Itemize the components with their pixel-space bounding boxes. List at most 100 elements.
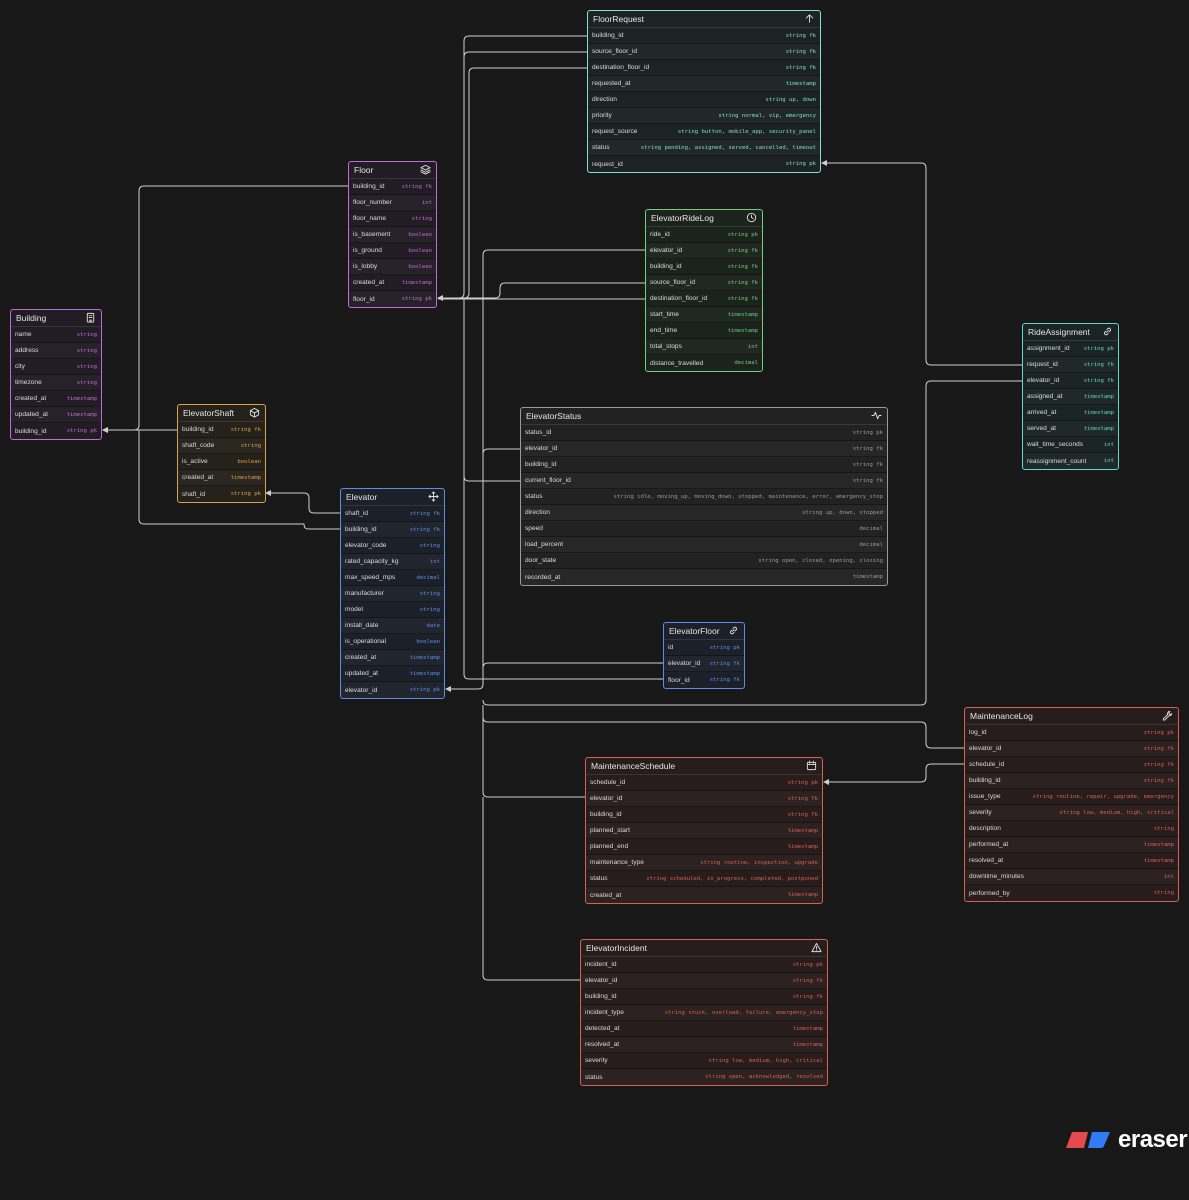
field-row[interactable]: downtime_minutes int (965, 869, 1178, 885)
field-row[interactable]: direction string up, down (588, 92, 820, 108)
field-row[interactable]: is_operational boolean (341, 634, 444, 650)
field-row[interactable]: elevator_id string fk (646, 243, 762, 259)
field-row[interactable]: reassignment_count int (1023, 453, 1118, 469)
field-row[interactable]: elevator_id string fk (1023, 373, 1118, 389)
field-row[interactable]: shaft_code string (178, 438, 265, 454)
field-row[interactable]: load_percent decimal (521, 537, 887, 553)
field-row[interactable]: is_lobby boolean (349, 259, 436, 275)
table-elevator-incident[interactable]: ElevatorIncident incident_id string pk elev… (580, 939, 828, 1086)
table-elevator-shaft[interactable]: ElevatorShaft building_id string fk shaft_c… (177, 404, 266, 503)
field-row[interactable]: status string scheduled, in_progress, com… (586, 871, 822, 887)
field-row[interactable]: end_time timestamp (646, 323, 762, 339)
table-header[interactable]: ElevatorStatus (521, 408, 887, 425)
field-row[interactable]: model string (341, 602, 444, 618)
table-elevator-floor[interactable]: ElevatorFloor id string pk elevator_id strin… (663, 622, 745, 689)
field-row[interactable]: ride_id string pk (646, 227, 762, 243)
table-floor-request[interactable]: FloorRequest building_id string fk source_f… (587, 10, 821, 173)
field-row[interactable]: arrived_at timestamp (1023, 405, 1118, 421)
field-row[interactable]: status_id string pk (521, 425, 887, 441)
field-row[interactable]: updated_at timestamp (341, 666, 444, 682)
table-header[interactable]: MaintenanceSchedule (586, 758, 822, 775)
table-header[interactable]: Elevator (341, 489, 444, 506)
field-row[interactable]: shaft_id string fk (341, 506, 444, 522)
field-row[interactable]: source_floor_id string fk (646, 275, 762, 291)
field-row[interactable]: floor_id string pk (349, 291, 436, 307)
field-row[interactable]: priority string normal, vip, emergency (588, 108, 820, 124)
field-row[interactable]: created_at timestamp (341, 650, 444, 666)
field-row[interactable]: is_basement boolean (349, 227, 436, 243)
field-row[interactable]: floor_id string fk (664, 672, 744, 688)
field-row[interactable]: door_state string open, closed, opening, … (521, 553, 887, 569)
field-row[interactable]: direction string up, down, stopped (521, 505, 887, 521)
field-row[interactable]: status string pending, assigned, served, … (588, 140, 820, 156)
field-row[interactable]: recorded_at timestamp (521, 569, 887, 585)
field-row[interactable]: severity string low, medium, high, critic… (965, 805, 1178, 821)
field-row[interactable]: log_id string pk (965, 725, 1178, 741)
field-row[interactable]: is_active boolean (178, 454, 265, 470)
table-maintenance-log[interactable]: MaintenanceLog log_id string pk elevator_id… (964, 707, 1179, 902)
field-row[interactable]: planned_end timestamp (586, 839, 822, 855)
field-row[interactable]: incident_type string stuck, overload, fai… (581, 1005, 827, 1021)
field-row[interactable]: request_id string pk (588, 156, 820, 172)
field-row[interactable]: start_time timestamp (646, 307, 762, 323)
field-row[interactable]: manufacturer string (341, 586, 444, 602)
table-header[interactable]: Floor (349, 162, 436, 179)
field-row[interactable]: building_id string fk (586, 807, 822, 823)
field-row[interactable]: source_floor_id string fk (588, 44, 820, 60)
field-row[interactable]: shaft_id string pk (178, 486, 265, 502)
table-ride-assignment[interactable]: RideAssignment assignment_id string pk requ… (1022, 323, 1119, 470)
field-row[interactable]: speed decimal (521, 521, 887, 537)
field-row[interactable]: floor_number int (349, 195, 436, 211)
field-row[interactable]: current_floor_id string fk (521, 473, 887, 489)
field-row[interactable]: floor_name string (349, 211, 436, 227)
field-row[interactable]: elevator_id string fk (664, 656, 744, 672)
field-row[interactable]: planned_start timestamp (586, 823, 822, 839)
field-row[interactable]: name string (11, 327, 101, 343)
field-row[interactable]: total_stops int (646, 339, 762, 355)
field-row[interactable]: elevator_id string pk (341, 682, 444, 698)
field-row[interactable]: severity string low, medium, high, critic… (581, 1053, 827, 1069)
field-row[interactable]: assignment_id string pk (1023, 341, 1118, 357)
field-row[interactable]: address string (11, 343, 101, 359)
table-header[interactable]: RideAssignment (1023, 324, 1118, 341)
field-row[interactable]: elevator_id string fk (581, 973, 827, 989)
field-row[interactable]: building_id string pk (11, 423, 101, 439)
field-row[interactable]: maintenance_type string routine, inspecti… (586, 855, 822, 871)
field-row[interactable]: performed_at timestamp (965, 837, 1178, 853)
field-row[interactable]: max_speed_mps decimal (341, 570, 444, 586)
field-row[interactable]: created_at timestamp (349, 275, 436, 291)
field-row[interactable]: building_id string fk (341, 522, 444, 538)
field-row[interactable]: wait_time_seconds int (1023, 437, 1118, 453)
field-row[interactable]: building_id string fk (349, 179, 436, 195)
field-row[interactable]: elevator_id string fk (586, 791, 822, 807)
field-row[interactable]: requested_at timestamp (588, 76, 820, 92)
field-row[interactable]: building_id string fk (965, 773, 1178, 789)
field-row[interactable]: elevator_id string fk (521, 441, 887, 457)
field-row[interactable]: description string (965, 821, 1178, 837)
table-elevator[interactable]: Elevator shaft_id string fk building_id stri… (340, 488, 445, 699)
field-row[interactable]: id string pk (664, 640, 744, 656)
field-row[interactable]: status string open, acknowledged, resolve… (581, 1069, 827, 1085)
field-row[interactable]: resolved_at timestamp (581, 1037, 827, 1053)
field-row[interactable]: updated_at timestamp (11, 407, 101, 423)
table-building[interactable]: Building name string address string city strin… (10, 309, 102, 440)
field-row[interactable]: elevator_code string (341, 538, 444, 554)
field-row[interactable]: performed_by string (965, 885, 1178, 901)
field-row[interactable]: schedule_id string pk (586, 775, 822, 791)
field-row[interactable]: elevator_id string fk (965, 741, 1178, 757)
field-row[interactable]: timezone string (11, 375, 101, 391)
field-row[interactable]: destination_floor_id string fk (646, 291, 762, 307)
field-row[interactable]: detected_at timestamp (581, 1021, 827, 1037)
table-elevator-ride-log[interactable]: ElevatorRideLog ride_id string pk elevator_… (645, 209, 763, 372)
table-floor[interactable]: Floor building_id string fk floor_number int… (348, 161, 437, 308)
table-header[interactable]: ElevatorRideLog (646, 210, 762, 227)
field-row[interactable]: building_id string fk (178, 422, 265, 438)
field-row[interactable]: building_id string fk (588, 28, 820, 44)
field-row[interactable]: install_date date (341, 618, 444, 634)
table-header[interactable]: Building (11, 310, 101, 327)
field-row[interactable]: building_id string fk (521, 457, 887, 473)
field-row[interactable]: created_at timestamp (178, 470, 265, 486)
field-row[interactable]: incident_id string pk (581, 957, 827, 973)
field-row[interactable]: assigned_at timestamp (1023, 389, 1118, 405)
table-header[interactable]: ElevatorShaft (178, 405, 265, 422)
